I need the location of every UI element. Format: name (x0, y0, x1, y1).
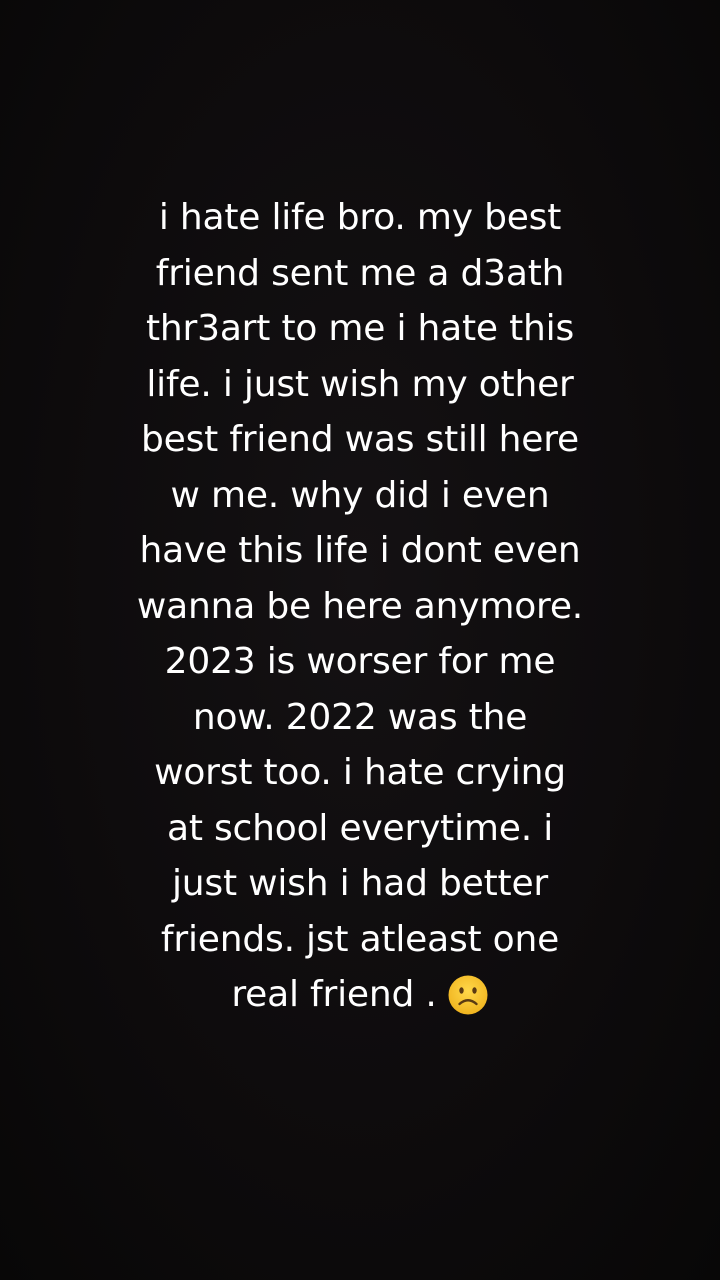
caption-line: have this life i dont even (139, 530, 581, 571)
caption-line: now. 2022 was the (192, 696, 528, 738)
story-screen: i hate life bro. my best friend sent me … (0, 0, 720, 1280)
caption-line: thr3art to me i hate this (145, 308, 575, 349)
caption-last-line: real friend . (231, 967, 488, 1023)
caption-line: real friend . (231, 974, 437, 1015)
caption-line: friends. jst atleast one (160, 918, 560, 960)
caption-line: best friend was still here (141, 419, 579, 460)
caption-line: worst too. i hate crying (154, 752, 566, 793)
caption-line: just wish i had better (172, 863, 548, 904)
caption-text: i hate life bro. my best friend sent me … (0, 190, 720, 1023)
caption-line: friend sent me a d3ath (155, 252, 565, 294)
caption-line: wanna be here anymore. (136, 585, 584, 627)
caption-line: 2023 is worser for me (164, 641, 556, 682)
caption-line: i hate life bro. my best (158, 197, 562, 238)
frowning-face-icon (447, 974, 489, 1016)
caption-line: w me. why did i even (170, 474, 550, 516)
caption-line: life. i just wish my other (146, 363, 574, 405)
caption-line: at school everytime. i (166, 807, 553, 849)
